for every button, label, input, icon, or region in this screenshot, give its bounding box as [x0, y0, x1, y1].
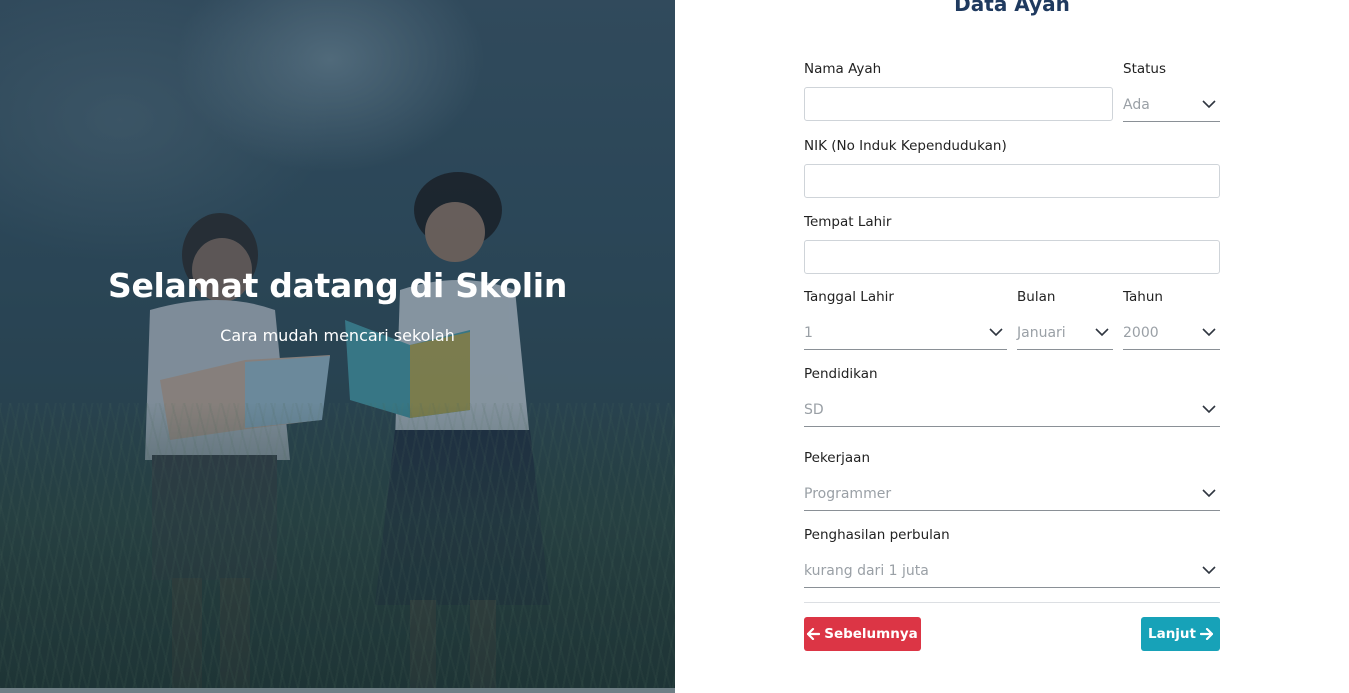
pekerjaan-label: Pekerjaan: [804, 450, 871, 466]
chevron-down-icon: [1202, 566, 1216, 575]
penghasilan-select[interactable]: kurang dari 1 juta: [804, 554, 1220, 588]
hero-overlay: [0, 0, 675, 693]
tempat-lahir-label: Tempat Lahir: [804, 214, 892, 230]
form-divider: [804, 602, 1220, 603]
bulan-select-value: Januari: [1017, 325, 1066, 341]
arrow-right-icon: [1200, 628, 1213, 640]
form-title: Data Ayah: [954, 0, 1070, 16]
pekerjaan-select[interactable]: Programmer: [804, 477, 1220, 511]
hero-panel: Selamat datang di Skolin Cara mudah menc…: [0, 0, 675, 693]
bulan-select[interactable]: Januari: [1017, 316, 1113, 350]
previous-button[interactable]: Sebelumnya: [804, 617, 921, 651]
previous-button-label: Sebelumnya: [824, 626, 918, 642]
chevron-down-icon: [1202, 405, 1216, 414]
tempat-lahir-input[interactable]: [804, 240, 1220, 274]
hero-subtitle: Cara mudah mencari sekolah: [220, 326, 455, 345]
tahun-label: Tahun: [1123, 289, 1163, 305]
chevron-down-icon: [1202, 328, 1216, 337]
status-label: Status: [1123, 61, 1167, 77]
status-select-value: Ada: [1123, 97, 1150, 113]
tanggal-lahir-label: Tanggal Lahir: [804, 289, 894, 305]
tahun-select-value: 2000: [1123, 325, 1159, 341]
pendidikan-select[interactable]: SD: [804, 393, 1220, 427]
arrow-left-icon: [807, 628, 821, 640]
penghasilan-label: Penghasilan perbulan: [804, 527, 950, 543]
nama-ayah-input[interactable]: [804, 87, 1113, 121]
tanggal-lahir-select-value: 1: [804, 325, 813, 341]
next-button[interactable]: Lanjut: [1141, 617, 1220, 651]
tanggal-lahir-select[interactable]: 1: [804, 316, 1007, 350]
hero-title: Selamat datang di Skolin: [107, 266, 568, 305]
nik-input[interactable]: [804, 164, 1220, 198]
hero-bottom-bar: [0, 688, 675, 693]
pendidikan-select-value: SD: [804, 402, 824, 418]
penghasilan-select-value: kurang dari 1 juta: [804, 563, 929, 579]
chevron-down-icon: [1202, 489, 1216, 498]
nik-label: NIK (No Induk Kependudukan): [804, 138, 1007, 154]
chevron-down-icon: [989, 328, 1003, 337]
chevron-down-icon: [1202, 100, 1216, 109]
tahun-select[interactable]: 2000: [1123, 316, 1220, 350]
pekerjaan-select-value: Programmer: [804, 486, 892, 502]
bulan-label: Bulan: [1017, 289, 1056, 305]
pendidikan-label: Pendidikan: [804, 366, 878, 382]
next-button-label: Lanjut: [1147, 626, 1196, 642]
status-select[interactable]: Ada: [1123, 88, 1220, 122]
nama-ayah-label: Nama Ayah: [804, 61, 882, 77]
chevron-down-icon: [1095, 328, 1109, 337]
